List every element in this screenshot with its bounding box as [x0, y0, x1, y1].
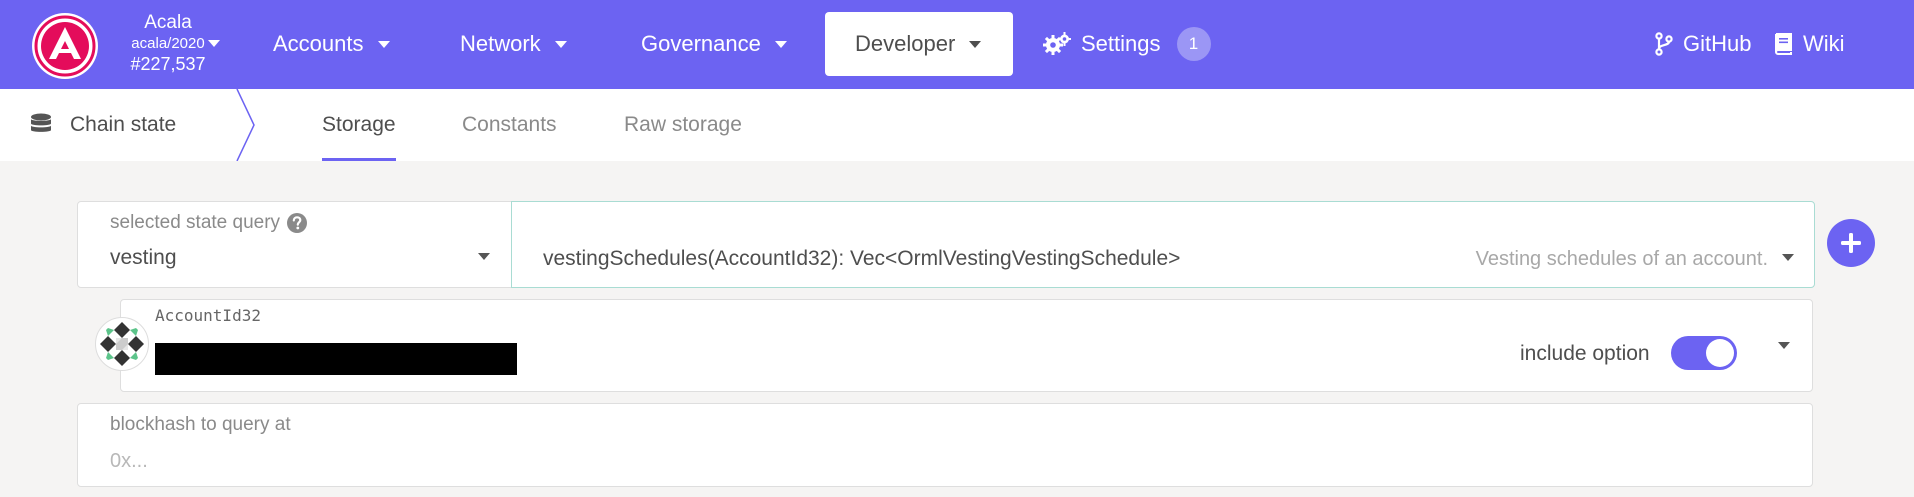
account-param: AccountId32 include option	[120, 299, 1813, 392]
acala-logo-icon[interactable]	[32, 13, 98, 79]
nav-governance[interactable]: Governance	[641, 12, 787, 76]
plus-icon	[1841, 233, 1861, 253]
state-query-selector: selected state query vesting vestingSche…	[77, 201, 1815, 288]
chain-name: Acala	[144, 12, 192, 33]
query-label: selected state query	[110, 212, 281, 233]
nav-developer[interactable]: Developer	[825, 12, 1013, 76]
sub-nav: Chain state Storage Constants Raw storag…	[0, 89, 1914, 161]
question-circle-icon[interactable]	[286, 212, 308, 234]
database-icon	[30, 113, 52, 137]
top-nav: Acala acala/2020 #227,537 Accounts Netwo…	[0, 0, 1914, 89]
gears-icon	[1043, 32, 1071, 56]
chevron-down-icon	[969, 40, 982, 48]
chevron-down-icon	[478, 253, 490, 260]
chevron-down-icon[interactable]	[208, 40, 220, 47]
tab-raw-storage[interactable]: Raw storage	[624, 89, 742, 161]
chevron-down-icon	[554, 40, 567, 48]
chevron-separator-icon	[236, 89, 255, 161]
tab-constants-label: Constants	[462, 113, 557, 136]
wiki-link[interactable]: Wiki	[1773, 12, 1845, 76]
blockhash-param: blockhash to query at	[77, 403, 1813, 487]
method-dropdown[interactable]: vestingSchedules(AccountId32): Vec<OrmlV…	[511, 201, 1815, 288]
method-description: Vesting schedules of an account.	[1475, 248, 1768, 270]
nav-governance-label: Governance	[641, 31, 761, 56]
best-block: #227,537	[130, 54, 206, 74]
nav-accounts[interactable]: Accounts	[273, 12, 390, 76]
toggle-knob	[1706, 339, 1734, 367]
account-param-label: AccountId32	[155, 306, 261, 325]
book-icon	[1773, 33, 1793, 55]
method-value: vestingSchedules(AccountId32): Vec<OrmlV…	[543, 247, 1181, 270]
tab-raw-storage-label: Raw storage	[624, 113, 742, 136]
tab-storage[interactable]: Storage	[322, 89, 396, 161]
include-option-label: include option	[1520, 342, 1650, 365]
nav-network-label: Network	[460, 31, 541, 56]
section-title: Chain state	[30, 89, 176, 161]
chain-selector[interactable]: Acala acala/2020 #227,537	[118, 12, 218, 75]
chain-spec: acala/2020	[131, 35, 205, 52]
chevron-down-icon	[1782, 254, 1794, 261]
module-dropdown[interactable]: selected state query vesting	[78, 202, 511, 287]
section-title-label: Chain state	[70, 113, 177, 136]
github-link[interactable]: GitHub	[1655, 12, 1751, 76]
tab-constants[interactable]: Constants	[462, 89, 557, 161]
code-branch-icon	[1655, 32, 1673, 56]
add-query-button[interactable]	[1827, 219, 1875, 267]
blockhash-input[interactable]	[110, 446, 1760, 476]
tab-storage-label: Storage	[322, 113, 396, 136]
module-value: vesting	[110, 246, 177, 269]
query-label-wrap: selected state query	[110, 212, 308, 234]
blockhash-label: blockhash to query at	[110, 414, 291, 435]
nav-settings[interactable]: Settings 1	[1043, 12, 1211, 76]
chevron-down-icon[interactable]	[1778, 342, 1790, 349]
nav-settings-label: Settings	[1081, 31, 1161, 56]
github-label: GitHub	[1683, 31, 1752, 56]
account-input[interactable]	[155, 343, 517, 375]
settings-badge: 1	[1176, 27, 1211, 61]
wiki-label: Wiki	[1803, 31, 1845, 56]
identicon-icon	[95, 317, 149, 371]
nav-network[interactable]: Network	[460, 12, 567, 76]
nav-developer-label: Developer	[855, 31, 956, 56]
chevron-down-icon	[774, 40, 787, 48]
nav-accounts-label: Accounts	[273, 31, 364, 56]
include-option-toggle[interactable]	[1671, 336, 1737, 370]
chevron-down-icon	[377, 40, 390, 48]
